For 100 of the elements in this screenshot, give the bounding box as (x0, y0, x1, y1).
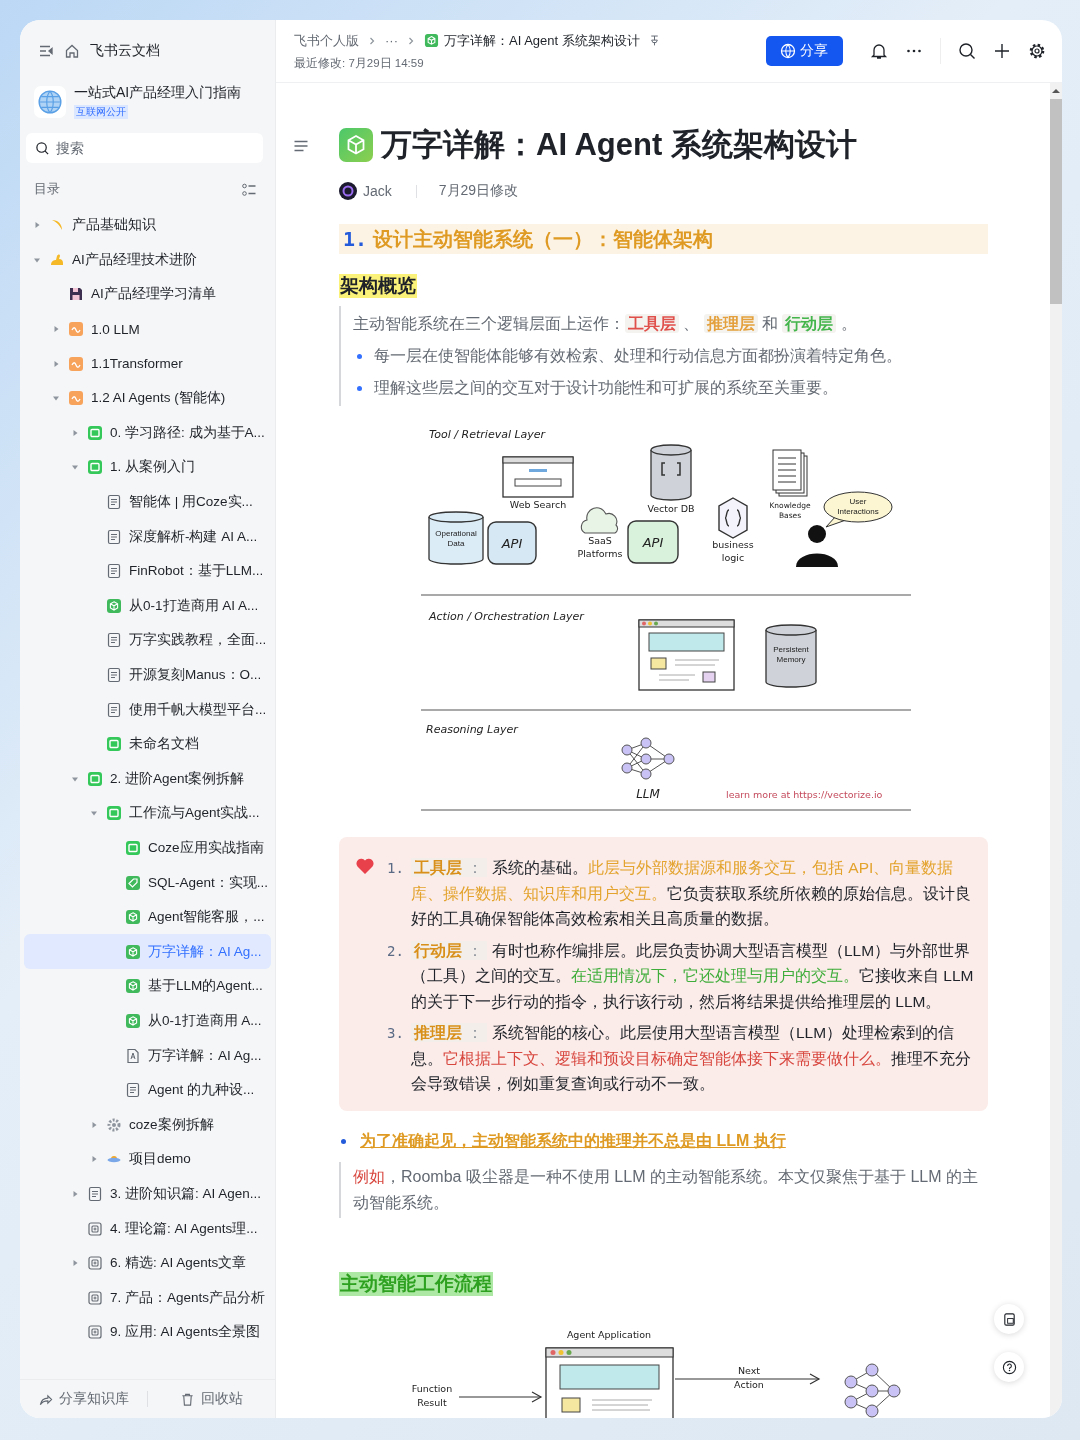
scroll-up-icon[interactable] (1051, 87, 1061, 95)
subsection-heading: 架构概览 (339, 274, 417, 298)
document-icon (125, 1082, 141, 1099)
tree-item[interactable]: 7. 产品：Agents产品分析 (24, 1280, 271, 1315)
app-title[interactable]: 飞书云文档 (90, 42, 160, 60)
settings-icon[interactable] (1028, 42, 1046, 60)
list-item: 工具层 ： 系统的基础。此层与外部数据源和服务交互，包括 API、向量数据库、操作数据、知识库和用户交互。它负责获取系统所依赖的原始信息。设计良好的工具确保智能体高效检索相关且高质量的数据。 (411, 857, 972, 929)
diagram-label: User Interactions (837, 497, 879, 516)
footer-button[interactable]: 回收站 (148, 1382, 275, 1416)
breadcrumb-item[interactable]: ··· (385, 33, 398, 48)
bell-icon[interactable] (870, 42, 888, 60)
document-icon (106, 632, 122, 649)
list-item: 推理层 ： 系统智能的核心。此层使用大型语言模型（LLM）处理检索到的信息。它根据上下文、逻辑和预设目标确定智能体接下来需要做什么。推理不充分会导致错误，例如重复查询或行动不一致。 (411, 1022, 972, 1094)
document-icon (106, 494, 122, 511)
tree-item[interactable]: 智能体 | 用Coze实... (24, 484, 271, 520)
list-number: 2. (387, 941, 405, 961)
browser-window-drawing (502, 456, 574, 498)
tree-item[interactable]: 基于LLM的Agent... (24, 969, 271, 1004)
avatar-icon[interactable] (339, 182, 357, 200)
neural-network-icon (621, 737, 675, 780)
api-label: API (501, 536, 523, 551)
visibility-badge: 互联网公开 (74, 105, 128, 119)
tree-item[interactable]: SQL-Agent：实现... (24, 865, 271, 900)
document-icon (106, 701, 122, 718)
tree-item[interactable]: 1.0 LLM (24, 311, 271, 347)
board-icon (106, 805, 122, 822)
breadcrumb-item[interactable]: 飞书个人版 (294, 31, 359, 50)
tree-item[interactable]: 9. 应用: AI Agents全景图 (24, 1315, 271, 1350)
cloud-icon (580, 507, 619, 534)
document-icon (1001, 1311, 1017, 1327)
wave-tile-icon (68, 390, 84, 407)
document-title: 万字详解：AI Agent 系统架构设计 (381, 126, 857, 164)
share-icon (38, 1391, 53, 1407)
tree-item[interactable]: AI产品经理技术进阶 (24, 242, 271, 278)
tree-item[interactable]: 开源复刻Manus：O... (24, 657, 271, 693)
tree-item[interactable]: 0. 学习路径: 成为基于A... (24, 415, 271, 451)
layer-title: Tool / Retrieval Layer (429, 428, 546, 441)
file-icon (125, 1047, 141, 1064)
list-item: 为了准确起见，主动智能系统中的推理并不总是由 LLM 执行 (360, 1130, 786, 1151)
search-icon[interactable] (958, 42, 976, 60)
wave-tile-icon (68, 355, 84, 372)
list-settings-icon[interactable] (241, 181, 257, 198)
tree-item[interactable]: 产品基础知识 (24, 208, 271, 243)
breadcrumb-item[interactable]: 万字详解：AI Agent 系统架构设计 (444, 31, 640, 50)
tree-item[interactable]: 2. 进阶Agent案例拆解 (24, 761, 271, 797)
document-stack-icon (772, 449, 808, 497)
diagram-label: Persistent Memory (773, 645, 809, 664)
tree-item[interactable]: FinRobot：基于LLM... (24, 553, 271, 589)
tree-item[interactable]: 1. 从案例入门 (24, 450, 271, 485)
tree-item[interactable]: AI产品经理学习清单 (24, 277, 271, 312)
board-icon (106, 736, 122, 753)
cube-icon (125, 909, 141, 926)
paragraph: 主动智能系统在三个逻辑层面上运作： 工具层 、 推理层 和 行动层 。 (353, 313, 858, 335)
tree-item[interactable]: Agent 的九种设... (24, 1072, 271, 1108)
scrollbar-thumb[interactable] (1050, 99, 1062, 304)
tree-item[interactable]: 使用千帆大模型平台... (24, 692, 271, 727)
tree-item[interactable]: 1.1Transformer (24, 346, 271, 381)
tree-item[interactable]: 万字详解：AI Ag... (24, 934, 271, 970)
edited-date: 7月29日修改 (438, 182, 519, 200)
cube-icon (106, 597, 122, 614)
diagram-label: Web Search (509, 499, 567, 510)
cube-icon (125, 978, 141, 995)
help-button[interactable] (994, 1352, 1024, 1382)
help-icon (1001, 1359, 1017, 1375)
heart-icon (355, 857, 375, 875)
cube-icon (125, 943, 141, 960)
outline-icon[interactable] (293, 138, 309, 154)
tree-item[interactable]: 万字实践教程，全面... (24, 623, 271, 658)
footer-button[interactable]: 分享知识库 (20, 1382, 147, 1416)
last-modified: 最近修改: 7月29日 14:59 (294, 55, 425, 71)
tree-item[interactable]: 从0-1打造商用 A... (24, 1003, 271, 1039)
tree-item[interactable]: Agent智能客服，... (24, 899, 271, 935)
tree-item[interactable]: 4. 理论篇: AI Agents理... (24, 1211, 271, 1246)
share-button[interactable]: 分享 (766, 36, 843, 66)
collapse-sidebar-icon[interactable] (38, 43, 54, 59)
list-item: 理解这些层之间的交互对于设计功能性和可扩展的系统至关重要。 (374, 378, 838, 398)
subsection-heading: 主动智能工作流程 (339, 1271, 493, 1296)
home-icon[interactable] (64, 43, 80, 59)
search-field[interactable]: 搜索 (26, 133, 263, 163)
tree-item[interactable]: 3. 进阶知识篇: AI Agen... (24, 1176, 271, 1212)
tree-item[interactable]: 未命名文档 (24, 726, 271, 762)
tree-item[interactable]: 工作流与Agent实战... (24, 796, 271, 831)
tree-item[interactable]: 深度解析-构建 AI A... (24, 519, 271, 554)
diagram-label: SaaS Platforms (577, 535, 623, 559)
chevron-icon (406, 35, 416, 46)
document-icon (106, 528, 122, 545)
tree-item[interactable]: coze案例拆解 (24, 1107, 271, 1143)
bullet-dot (357, 353, 362, 359)
plus-icon[interactable] (993, 42, 1011, 60)
board-icon (125, 840, 141, 856)
author-name[interactable]: Jack (363, 183, 392, 199)
tree-item[interactable]: 6. 精选: AI Agents文章 (24, 1245, 271, 1281)
tree-item[interactable]: 从0-1打造商用 AI A... (24, 588, 271, 624)
tree-item[interactable]: 万字详解：AI Ag... (24, 1038, 271, 1073)
space-name[interactable]: 一站式AI产品经理入门指南 (74, 84, 242, 102)
tree-item[interactable]: 1.2 AI Agents (智能体) (24, 380, 271, 416)
document-button[interactable] (994, 1304, 1024, 1334)
tree-item[interactable]: Coze应用实战指南 (24, 830, 271, 866)
wave-tile-icon (68, 321, 84, 338)
tree-item[interactable]: 项目demo (24, 1142, 271, 1177)
